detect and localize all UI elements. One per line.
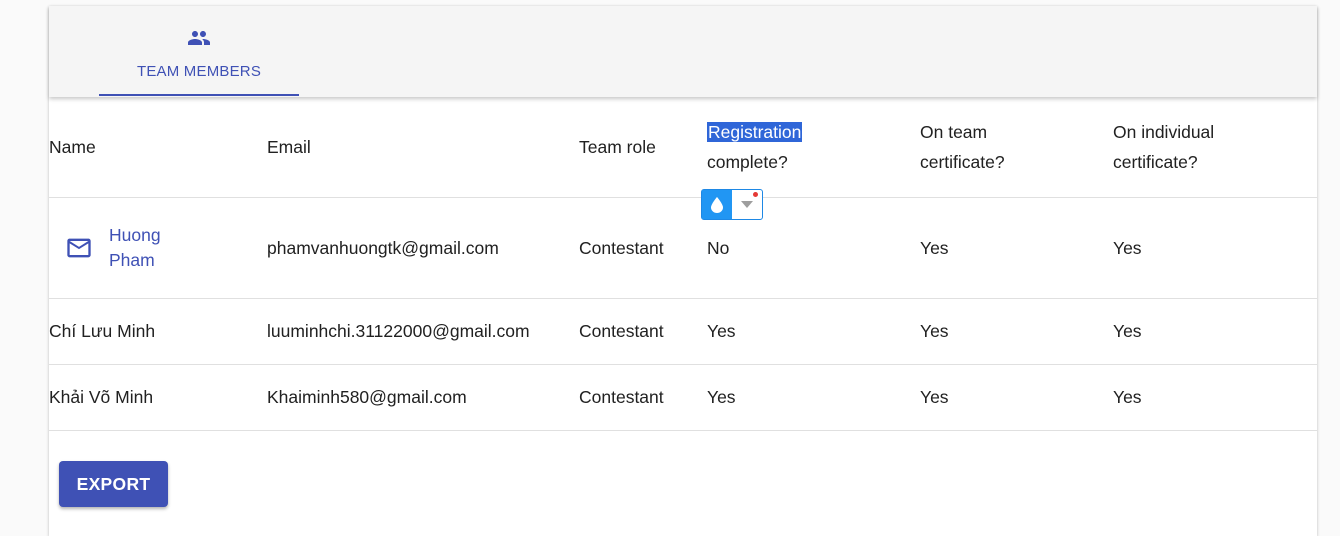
cell-on-individual-certificate: Yes bbox=[1113, 197, 1317, 299]
header-on-individual-certificate[interactable]: On individual certificate? bbox=[1113, 97, 1317, 198]
member-name[interactable]: Huong Pham bbox=[109, 223, 179, 273]
table-row: Khải Võ Minh Khaiminh580@gmail.com Conte… bbox=[49, 364, 1317, 431]
cell-team-role: Contestant bbox=[579, 298, 707, 365]
cell-on-individual-certificate: Yes bbox=[1113, 298, 1317, 365]
cell-on-team-certificate: Yes bbox=[920, 364, 1113, 431]
cell-name: Huong Pham bbox=[49, 197, 267, 299]
cell-name: Chí Lưu Minh bbox=[49, 298, 267, 365]
cell-email: luuminhchi.31122000@gmail.com bbox=[267, 298, 579, 365]
cell-team-role: Contestant bbox=[579, 364, 707, 431]
people-icon bbox=[188, 31, 210, 45]
extension-widget[interactable] bbox=[701, 189, 763, 220]
cell-name: Khải Võ Minh bbox=[49, 364, 267, 431]
cell-team-role: Contestant bbox=[579, 197, 707, 299]
tab-bar: TEAM MEMBERS bbox=[49, 6, 1317, 97]
mail-icon[interactable] bbox=[65, 234, 93, 262]
tab-team-members[interactable]: TEAM MEMBERS bbox=[99, 6, 299, 97]
member-name-link[interactable]: Huong Pham bbox=[49, 223, 267, 273]
cell-on-team-certificate: Yes bbox=[920, 197, 1113, 299]
table-row: Chí Lưu Minh luuminhchi.31122000@gmail.c… bbox=[49, 298, 1317, 365]
header-registration-line2: complete? bbox=[707, 152, 788, 172]
team-card: TEAM MEMBERS Name Email Team role Regist… bbox=[49, 6, 1317, 536]
cell-registration-complete: Yes bbox=[707, 298, 920, 365]
notification-dot bbox=[753, 192, 758, 197]
table-header-row: Name Email Team role Registration comple… bbox=[49, 97, 1317, 220]
active-tab-indicator bbox=[99, 94, 299, 96]
cell-on-team-certificate: Yes bbox=[920, 298, 1113, 365]
header-registration-complete[interactable]: Registration complete? bbox=[701, 97, 920, 220]
water-drop-icon[interactable] bbox=[702, 190, 732, 219]
tab-label: TEAM MEMBERS bbox=[136, 63, 262, 80]
cell-email: Khaiminh580@gmail.com bbox=[267, 364, 579, 431]
header-on-team-certificate[interactable]: On team certificate? bbox=[920, 97, 1113, 198]
team-members-table: Name Email Team role Registration comple… bbox=[49, 97, 1317, 431]
export-button[interactable]: EXPORT bbox=[59, 461, 168, 507]
cell-registration-complete: Yes bbox=[707, 364, 920, 431]
cell-email: phamvanhuongtk@gmail.com bbox=[267, 197, 579, 299]
cell-on-individual-certificate: Yes bbox=[1113, 364, 1317, 431]
header-name[interactable]: Name bbox=[49, 97, 267, 198]
caret-down-icon[interactable] bbox=[732, 190, 762, 219]
header-team-role[interactable]: Team role bbox=[579, 97, 707, 198]
selected-text: Registration bbox=[707, 122, 803, 142]
header-email[interactable]: Email bbox=[267, 97, 579, 198]
table-row: Huong Pham phamvanhuongtk@gmail.com Conte… bbox=[49, 197, 1317, 299]
